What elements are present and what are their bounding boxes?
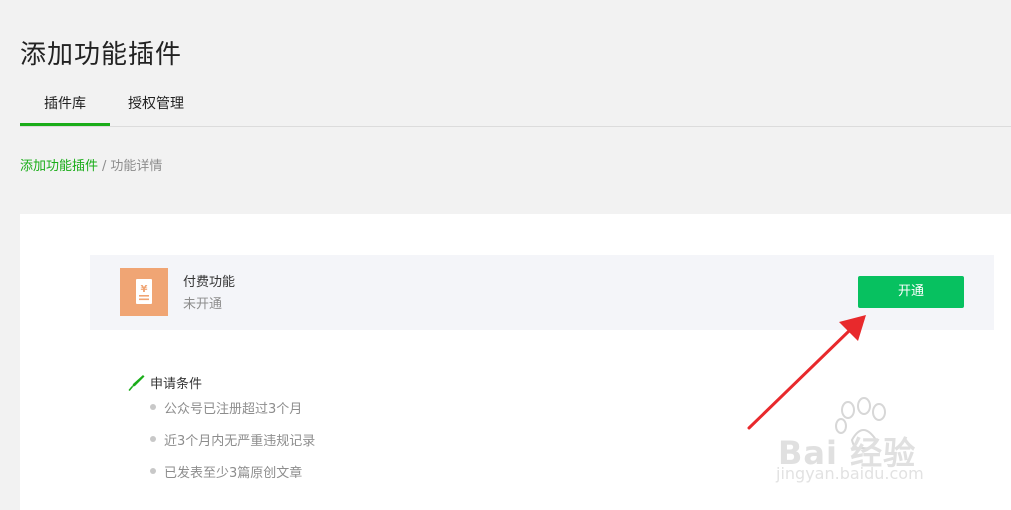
breadcrumb-current: 功能详情 [110,159,163,174]
breadcrumb: 添加功能插件 / 功能详情 [20,155,162,174]
condition-item: 公众号已注册超过3个月 [150,398,315,430]
bullet-icon [150,404,156,410]
tab-plugin-library[interactable]: 插件库 [20,86,110,126]
page-title: 添加功能插件 [20,40,183,70]
breadcrumb-separator: / [102,159,107,174]
svg-text:¥: ¥ [141,284,148,295]
plugin-detail-card: ¥ 付费功能 未开通 开通 申请条件 公众号已注册超过3个月 近3个月内无严重违… [20,214,1011,510]
plugin-summary-row: ¥ 付费功能 未开通 开通 [90,255,994,330]
pen-icon [128,373,146,395]
plugin-status: 未开通 [183,297,223,312]
bullet-icon [150,468,156,474]
bullet-icon [150,436,156,442]
conditions-list: 公众号已注册超过3个月 近3个月内无严重违规记录 已发表至少3篇原创文章 [150,398,315,494]
plugin-name: 付费功能 [183,275,236,290]
condition-item: 近3个月内无严重违规记录 [150,430,315,462]
condition-item: 已发表至少3篇原创文章 [150,462,315,494]
yuan-receipt-icon: ¥ [120,268,168,316]
activate-button[interactable]: 开通 [858,276,964,308]
tab-authorization-management[interactable]: 授权管理 [128,86,184,126]
breadcrumb-parent-link[interactable]: 添加功能插件 [20,159,98,174]
conditions-title: 申请条件 [150,377,203,392]
tab-bar: 插件库 授权管理 [20,86,1011,127]
